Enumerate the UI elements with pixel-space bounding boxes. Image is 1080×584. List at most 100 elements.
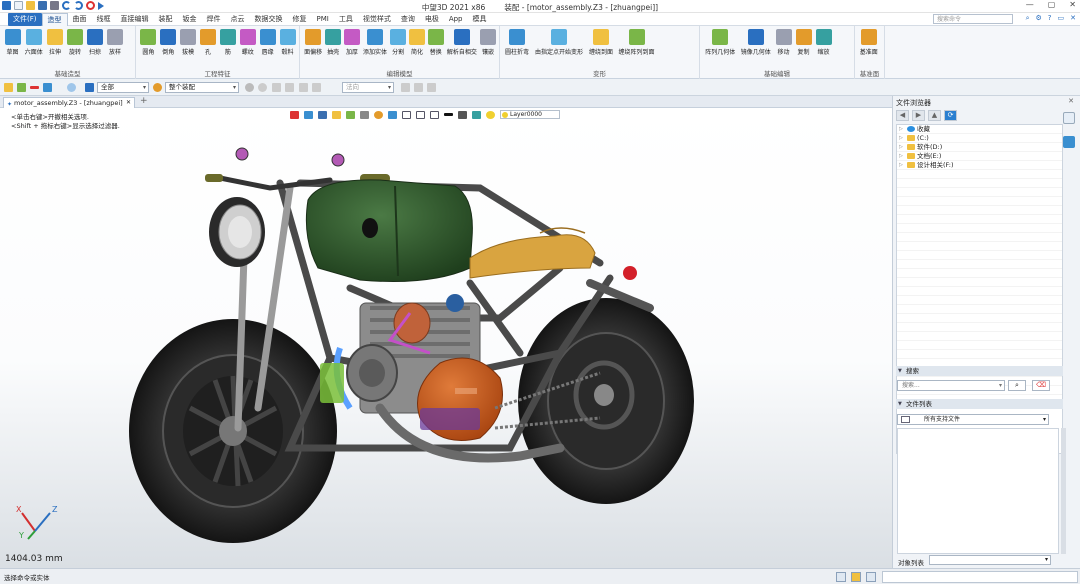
ribbon-tool-1-1[interactable]: 倒角 [159,28,178,56]
menu-item-17[interactable]: 模具 [468,13,492,26]
refresh-icon[interactable]: ⟳ [944,110,957,121]
ribbon-tool-3-3[interactable]: 缠绕阵列到面 [616,28,657,56]
ribbon-tool-1-3[interactable]: 孔 [199,28,218,56]
attr-icon-2[interactable] [414,83,423,92]
engine[interactable] [320,294,503,441]
menu-item-6[interactable]: 钣金 [178,13,202,26]
help-icon[interactable]: ? [1048,14,1052,23]
search-clear-icon[interactable]: ⌫ [1032,380,1050,391]
layer-icon[interactable] [85,83,94,92]
pin-icon[interactable] [312,83,321,92]
ribbon-tool-3-1[interactable]: 由指定点开始变形 [532,28,586,56]
tree-item[interactable]: ▷ 设计相关(F:) [897,161,1062,170]
object-list-dropdown-icon[interactable]: ▾ [1045,556,1048,563]
search-icon[interactable]: ⌕ [1026,14,1030,23]
ribbon-tool-0-3[interactable]: 旋转 [66,28,85,56]
graphics-viewport[interactable]: <单击右键>开撤相关选项. <Shift + 拖标右键>显示选择过滤器. Lay… [0,108,892,568]
ribbon-tool-1-6[interactable]: 唇缘 [258,28,277,56]
filter-icon[interactable] [43,83,52,92]
expand-icon[interactable]: ▷ [899,152,905,161]
back-icon[interactable]: ◀ [896,110,909,121]
ribbon-tool-2-5[interactable]: 简化 [408,28,426,56]
close-doc-icon[interactable]: ✕ [1070,14,1076,23]
headlight[interactable] [209,197,265,267]
menu-item-1[interactable]: 造型 [41,13,68,26]
ribbon-tool-0-1[interactable]: 六面体 [23,28,45,56]
expand-icon[interactable]: ▷ [899,143,905,152]
ribbon-tool-4-3[interactable]: 复制 [794,28,813,56]
expand-icon[interactable]: ▷ [899,161,905,170]
file-type-dropdown-icon[interactable]: ▾ [1043,415,1046,424]
document-tab[interactable]: ✦ motor_assembly.Z3 - [zhuangpei] ✕ [3,97,135,108]
attr-icon-1[interactable] [401,83,410,92]
ribbon-tool-1-2[interactable]: 拔模 [179,28,198,56]
ribbon-tool-4-2[interactable]: 移动 [774,28,793,56]
file-list-scrollbar[interactable] [1061,428,1066,554]
new-tab-icon[interactable]: + [140,96,148,106]
menu-item-2[interactable]: 曲面 [68,13,92,26]
menu-item-0[interactable]: 文件(F) [8,13,42,26]
assembly-icon[interactable] [153,83,162,92]
file-list-header[interactable]: 文件列表 [896,399,1063,409]
menu-item-10[interactable]: 修复 [288,13,312,26]
ribbon-tool-2-0[interactable]: 面偏移 [303,28,323,56]
ribbon-tool-4-0[interactable]: 阵列几何体 [703,28,738,56]
ribbon-tool-1-0[interactable]: 圆角 [139,28,158,56]
ribbon-tool-2-8[interactable]: 镶嵌 [479,28,497,56]
filter-combo[interactable]: 全部 [97,82,149,93]
motorcycle-model[interactable] [0,108,892,568]
search-input[interactable]: 搜索... ▾ [897,380,1005,391]
align-icon[interactable] [285,83,294,92]
status-icon-1[interactable] [836,572,846,582]
ribbon-tool-2-7[interactable]: 解析自相交 [446,28,478,56]
ribbon-tool-1-7[interactable]: 毂料 [278,28,297,56]
menu-item-5[interactable]: 装配 [154,13,178,26]
ribbon-tool-0-4[interactable]: 扫掠 [86,28,105,56]
sphere-icon[interactable] [67,83,76,92]
menu-item-3[interactable]: 线框 [92,13,116,26]
ribbon-tool-0-2[interactable]: 拉伸 [46,28,65,56]
file-type-combo[interactable]: 所有支持文件 ▾ [897,414,1049,425]
ribbon-tool-1-5[interactable]: 螺纹 [238,28,257,56]
menu-item-7[interactable]: 焊件 [202,13,226,26]
menu-item-16[interactable]: App [444,13,468,26]
history-tab-icon[interactable] [1063,136,1075,148]
snap-icon[interactable] [245,83,254,92]
fuel-tank[interactable] [305,179,473,282]
settings-icon[interactable]: ⚙ [1036,14,1042,23]
menu-item-11[interactable]: PMI [312,13,334,26]
direction-combo[interactable]: 法向 [342,82,394,93]
ribbon-tool-0-5[interactable]: 放样 [106,28,125,56]
ribbon-tool-4-4[interactable]: 缩放 [814,28,833,56]
file-browser-tab-icon[interactable] [1063,112,1075,124]
ribbon-tool-0-0[interactable]: 草图 [3,28,22,56]
expand-icon[interactable]: ▷ [899,125,905,134]
status-input[interactable] [882,571,1078,583]
up-icon[interactable]: ▲ [928,110,941,121]
no-icon[interactable] [258,83,267,92]
ribbon-tool-2-2[interactable]: 加厚 [343,28,361,56]
ribbon-tool-2-3[interactable]: 添加实体 [362,28,388,56]
front-wheel[interactable] [129,319,337,543]
ribbon-tool-1-4[interactable]: 筋 [219,28,238,56]
select-mode-icon[interactable] [4,83,13,92]
panel-close-icon[interactable]: ✕ [1068,97,1074,105]
forward-icon[interactable]: ▶ [912,110,925,121]
pick-icon[interactable] [17,83,26,92]
minimize-icon[interactable]: — [1026,0,1034,9]
ribbon-tool-5-0[interactable]: 基准面 [858,28,880,56]
menu-item-4[interactable]: 直接编辑 [116,13,154,26]
grid-icon[interactable] [272,83,281,92]
attr-icon-3[interactable] [427,83,436,92]
doc-tab-close-icon[interactable]: ✕ [126,98,131,108]
menu-item-15[interactable]: 电极 [420,13,444,26]
object-list-combo[interactable]: ▾ [929,555,1051,565]
orient-icon[interactable] [299,83,308,92]
menu-item-12[interactable]: 工具 [334,13,358,26]
menu-item-14[interactable]: 查询 [396,13,420,26]
menu-item-13[interactable]: 视觉样式 [358,13,396,26]
ribbon-tool-3-0[interactable]: 圆柱折弯 [503,28,531,56]
restore-icon[interactable]: ▭ [1058,14,1065,23]
ribbon-tool-3-2[interactable]: 缠绕到面 [587,28,615,56]
ribbon-tool-4-1[interactable]: 镜像几何体 [739,28,774,56]
